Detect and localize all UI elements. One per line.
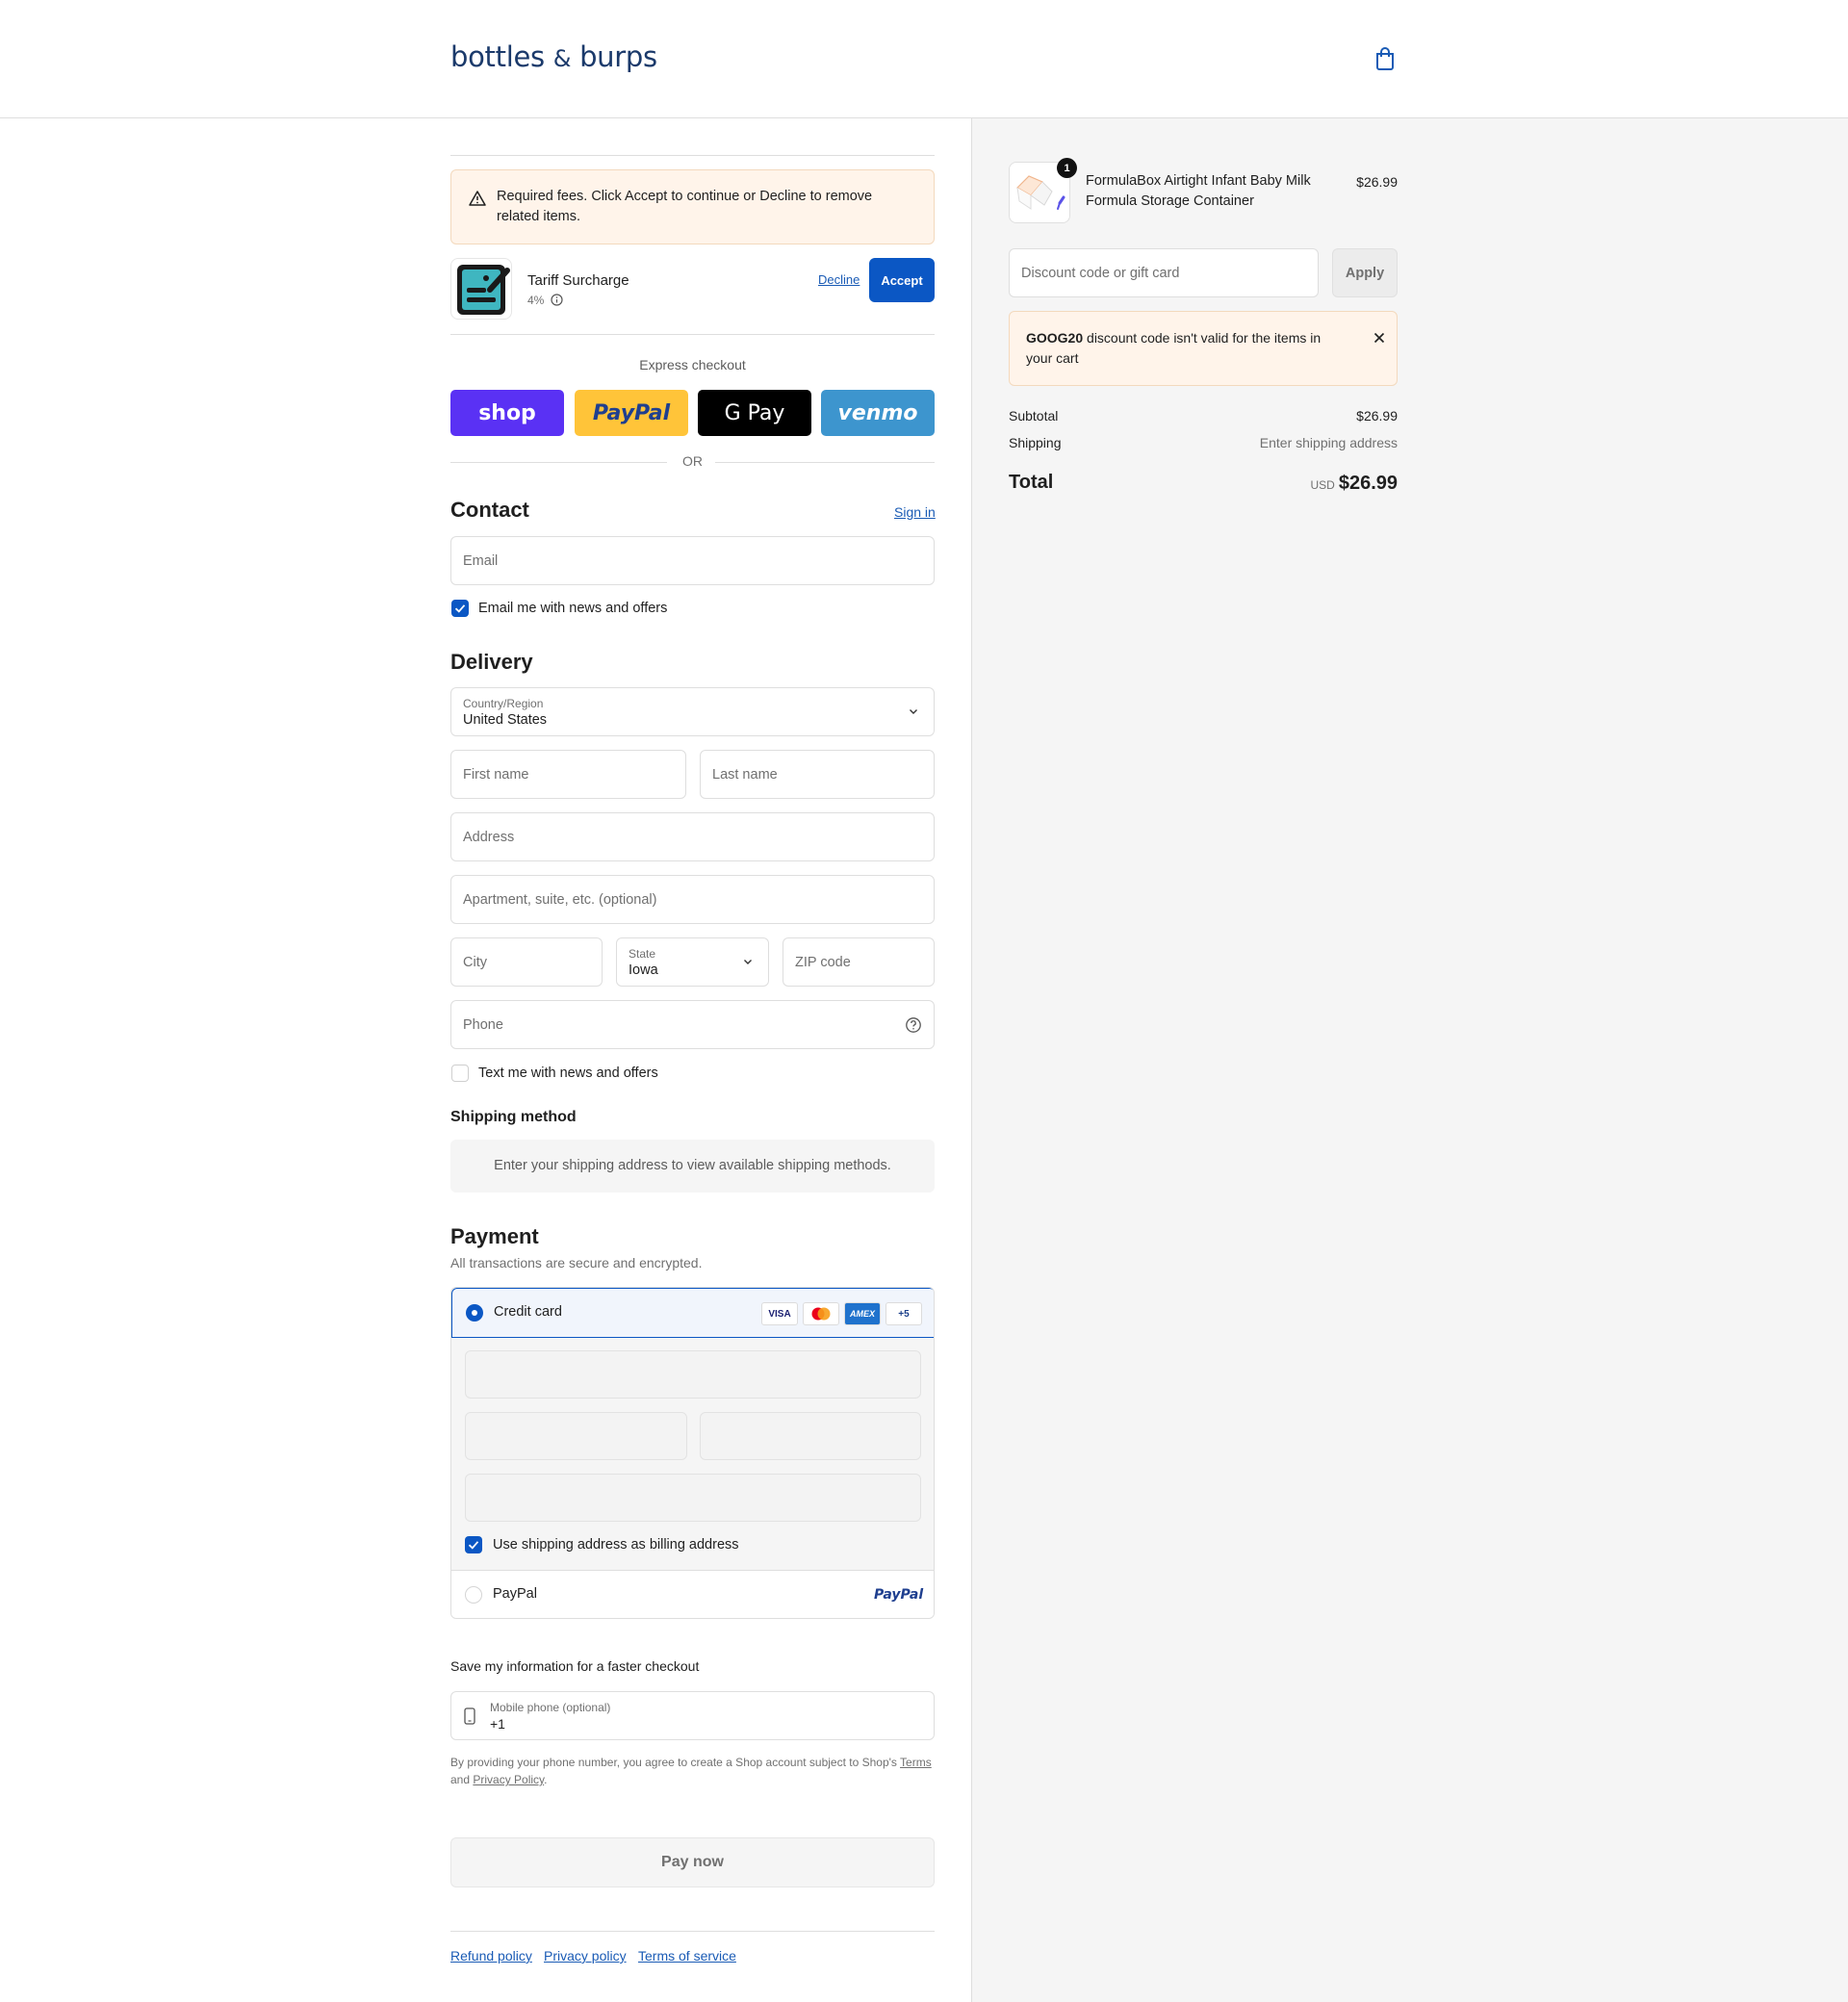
card-name-field[interactable]	[465, 1474, 921, 1522]
amex-icon: AMEX	[844, 1302, 881, 1325]
card-expiry-field[interactable]	[465, 1412, 687, 1460]
product-price: $26.99	[1356, 174, 1398, 190]
pay-now-button[interactable]: Pay now	[450, 1837, 935, 1887]
delivery-heading: Delivery	[450, 650, 533, 674]
paypal-radio[interactable]	[465, 1586, 482, 1604]
visa-icon: VISA	[761, 1302, 798, 1325]
tariff-name: Tariff Surcharge	[527, 272, 629, 289]
credit-card-label: Credit card	[494, 1304, 562, 1320]
chevron-down-icon	[910, 708, 917, 714]
order-summary-panel	[971, 118, 1848, 2002]
quantity-badge: 1	[1057, 158, 1077, 178]
venmo-button[interactable]: venmo	[821, 390, 935, 436]
address-field[interactable]: Address	[450, 812, 935, 861]
warning-triangle-icon	[469, 191, 486, 206]
card-security-code-field[interactable]	[700, 1412, 921, 1460]
total-amount: USD $26.99	[1251, 473, 1398, 495]
shop-pay-button[interactable]: shop	[450, 390, 564, 436]
privacy-policy-footer-link[interactable]: Privacy policy	[544, 1948, 627, 1964]
subtotal-label: Subtotal	[1009, 408, 1059, 424]
header: bottles & burps	[0, 0, 1848, 118]
phone-disclaimer: By providing your phone number, you agre…	[450, 1756, 932, 1786]
tariff-percent: 4%	[527, 294, 563, 307]
email-offers-checkbox[interactable]	[451, 600, 469, 617]
divider	[450, 155, 935, 156]
terms-of-service-link[interactable]: Terms of service	[638, 1948, 736, 1964]
tariff-document-icon	[457, 265, 510, 315]
billing-same-checkbox[interactable]	[465, 1536, 482, 1553]
mastercard-icon	[803, 1302, 839, 1325]
payment-subtitle: All transactions are secure and encrypte…	[450, 1255, 703, 1270]
last-name-field[interactable]: Last name	[700, 750, 935, 799]
express-checkout-title: Express checkout	[639, 357, 746, 372]
mobile-phone-icon	[464, 1707, 475, 1725]
phone-field[interactable]: Phone	[450, 1000, 935, 1049]
decline-link[interactable]: Decline	[818, 272, 860, 287]
discount-error-text: GOOG20 discount code isn't valid for the…	[1026, 330, 1322, 366]
mobile-phone-field[interactable]: Mobile phone (optional) +1	[450, 1691, 935, 1740]
city-field[interactable]: City	[450, 937, 603, 987]
paypal-option[interactable]: PayPal PayPal	[451, 1570, 934, 1618]
help-circle-icon[interactable]	[905, 1016, 922, 1034]
product-name: FormulaBox Airtight Infant Baby Milk For…	[1086, 173, 1311, 209]
text-offers-checkbox[interactable]	[451, 1065, 469, 1082]
apply-discount-button[interactable]: Apply	[1332, 248, 1398, 297]
checkmark-icon	[454, 604, 466, 613]
discount-code-field[interactable]: Discount code or gift card	[1009, 248, 1319, 297]
text-offers-label: Text me with news and offers	[478, 1065, 658, 1081]
tariff-image	[450, 258, 512, 320]
shipping-method-message: Enter your shipping address to view avai…	[494, 1158, 891, 1173]
apartment-field[interactable]: Apartment, suite, etc. (optional)	[450, 875, 935, 924]
or-separator: OR	[450, 452, 935, 472]
credit-card-option[interactable]: Credit card VISA AMEX +5	[451, 1288, 934, 1338]
contact-heading: Contact	[450, 498, 529, 522]
privacy-policy-link[interactable]: Privacy Policy	[473, 1773, 544, 1786]
subtotal-value: $26.99	[1356, 408, 1398, 424]
shipping-value: Enter shipping address	[1259, 435, 1398, 450]
shopping-bag-icon[interactable]	[1374, 46, 1396, 71]
billing-same-label: Use shipping address as billing address	[493, 1537, 739, 1553]
card-number-field[interactable]	[465, 1350, 921, 1399]
divider	[450, 1931, 935, 1932]
shipping-method-heading: Shipping method	[450, 1109, 577, 1125]
shipping-label: Shipping	[1009, 435, 1062, 450]
credit-card-radio[interactable]	[466, 1304, 483, 1322]
zip-code-field[interactable]: ZIP code	[783, 937, 935, 987]
sign-in-link[interactable]: Sign in	[894, 504, 936, 520]
refund-policy-link[interactable]: Refund policy	[450, 1948, 532, 1964]
save-info-title: Save my information for a faster checkou…	[450, 1658, 700, 1674]
checkmark-icon	[468, 1541, 479, 1550]
payment-methods: Credit card VISA AMEX +5 Use shipping ad…	[450, 1287, 935, 1619]
paypal-button[interactable]: PayPal	[575, 390, 688, 436]
email-field[interactable]: Email	[450, 536, 935, 585]
accept-button[interactable]: Accept	[869, 258, 935, 302]
country-select[interactable]: Country/Region United States	[450, 687, 935, 736]
total-value: $26.99	[1338, 473, 1398, 494]
google-pay-button[interactable]: G Pay	[698, 390, 811, 436]
close-icon[interactable]	[1373, 331, 1386, 345]
terms-link[interactable]: Terms	[900, 1756, 932, 1769]
total-label: Total	[1009, 472, 1054, 493]
paypal-label: PayPal	[493, 1586, 537, 1602]
payment-heading: Payment	[450, 1224, 539, 1248]
store-logo[interactable]: bottles & burps	[450, 40, 657, 73]
more-cards-badge: +5	[886, 1302, 922, 1325]
shipping-method-box: Enter your shipping address to view avai…	[450, 1140, 935, 1193]
email-offers-label: Email me with news and offers	[478, 601, 668, 616]
divider	[450, 334, 935, 335]
first-name-field[interactable]: First name	[450, 750, 686, 799]
state-select[interactable]: State Iowa	[616, 937, 769, 987]
discount-error-notice: GOOG20 discount code isn't valid for the…	[1009, 311, 1398, 386]
notice-text: Required fees. Click Accept to continue …	[497, 189, 873, 224]
chevron-down-icon	[744, 959, 752, 964]
paypal-logo: PayPal	[874, 1587, 924, 1603]
required-fees-notice: Required fees. Click Accept to continue …	[450, 169, 935, 244]
info-icon[interactable]	[551, 294, 563, 306]
total-currency: USD	[1310, 478, 1335, 492]
